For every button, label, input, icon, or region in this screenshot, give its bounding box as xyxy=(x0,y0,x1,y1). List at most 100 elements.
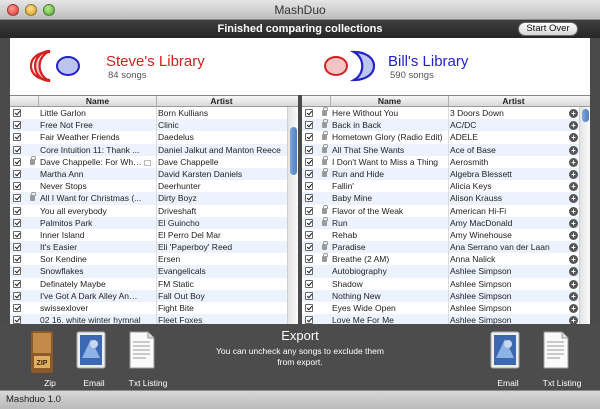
add-song-icon[interactable]: + xyxy=(569,291,578,301)
table-row[interactable]: Breathe (2 AM) Anna Nalick + xyxy=(302,253,590,265)
zip-export-button[interactable]: ZIP Zip xyxy=(30,330,56,388)
include-checkbox[interactable] xyxy=(305,279,313,288)
table-row[interactable]: Core Intuition 11: Thank ... Daniel Jalku… xyxy=(10,143,298,156)
include-checkbox[interactable] xyxy=(13,157,21,166)
artist-column-header[interactable]: Artist xyxy=(156,96,286,106)
include-checkbox[interactable] xyxy=(13,267,21,276)
include-checkbox[interactable] xyxy=(13,279,21,288)
zoom-window-button[interactable] xyxy=(43,4,55,16)
add-song-icon[interactable]: + xyxy=(569,218,578,228)
add-song-icon[interactable]: + xyxy=(569,230,578,240)
name-column-header[interactable]: Name xyxy=(38,96,156,106)
add-song-icon[interactable]: + xyxy=(569,255,578,265)
table-row[interactable]: It's Easier Eli 'Paperboy' Reed xyxy=(10,241,298,254)
table-row[interactable]: Autobiography Ashlee Simpson + xyxy=(302,265,590,278)
add-song-icon[interactable]: + xyxy=(569,316,578,324)
include-checkbox[interactable] xyxy=(13,230,21,239)
add-song-icon[interactable]: + xyxy=(569,133,578,143)
include-checkbox[interactable] xyxy=(305,109,313,117)
add-song-icon[interactable]: + xyxy=(569,243,578,253)
table-row[interactable]: Palmitos Park El Guincho xyxy=(10,216,298,229)
add-song-icon[interactable]: + xyxy=(569,157,578,167)
table-row[interactable]: Back in Back AC/DC + xyxy=(302,119,590,132)
table-row[interactable]: Love Me For Me Ashlee Simpson + xyxy=(302,314,590,324)
table-row[interactable]: I've Got A Dark Alley And A B Fall Out Bo… xyxy=(10,289,298,302)
add-song-icon[interactable]: + xyxy=(569,304,578,313)
table-row[interactable]: Definately Maybe FM Static xyxy=(10,278,298,290)
table-row[interactable]: Run Amy MacDonald + xyxy=(302,216,590,229)
include-checkbox[interactable] xyxy=(13,316,21,324)
table-row[interactable]: Dave Chappelle: For What ... ☐ Dave Chappe… xyxy=(10,155,298,168)
table-row[interactable]: Never Stops Deerhunter xyxy=(10,180,298,192)
add-song-icon[interactable]: + xyxy=(569,121,578,131)
right-txt-export-button[interactable]: Txt Listing xyxy=(542,330,581,388)
include-checkbox[interactable] xyxy=(305,316,313,324)
add-song-icon[interactable]: + xyxy=(569,206,578,216)
scroll-thumb[interactable] xyxy=(290,127,297,175)
table-row[interactable]: Fair Weather Friends Daedelus xyxy=(10,131,298,143)
table-row[interactable]: Baby Mine Alison Krauss + xyxy=(302,192,590,205)
include-checkbox[interactable] xyxy=(305,243,313,252)
table-row[interactable]: All I Want for Christmas (... Dirty Boyz xyxy=(10,192,298,205)
scroll-thumb[interactable] xyxy=(582,109,589,122)
include-checkbox[interactable] xyxy=(305,133,313,142)
table-row[interactable]: You all everybody Driveshaft xyxy=(10,205,298,217)
include-checkbox[interactable] xyxy=(305,255,313,264)
include-checkbox[interactable] xyxy=(13,291,21,300)
include-checkbox[interactable] xyxy=(305,206,313,215)
table-row[interactable]: 02 16. white winter hymnal Fleet Foxes xyxy=(10,314,298,324)
table-row[interactable]: All That She Wants Ace of Base + xyxy=(302,143,590,156)
include-checkbox[interactable] xyxy=(13,109,21,117)
table-row[interactable]: Paradise Ana Serrano van der Laan + xyxy=(302,241,590,254)
left-scrollbar[interactable] xyxy=(287,107,298,324)
left-txt-export-button[interactable]: Txt Listing xyxy=(128,330,167,388)
table-row[interactable]: Fallin' Alicia Keys + xyxy=(302,180,590,192)
include-checkbox[interactable] xyxy=(13,169,21,178)
include-checkbox[interactable] xyxy=(305,304,313,312)
minimize-window-button[interactable] xyxy=(25,4,37,16)
table-row[interactable]: Nothing New Ashlee Simpson + xyxy=(302,289,590,302)
include-checkbox[interactable] xyxy=(13,218,21,227)
table-row[interactable]: Flavor of the Weak American Hi-Fi + xyxy=(302,204,590,217)
close-window-button[interactable] xyxy=(7,4,19,16)
table-row[interactable]: Inner Island El Perro Del Mar xyxy=(10,229,298,241)
table-row[interactable]: Martha Ann David Karsten Daniels xyxy=(10,167,298,181)
name-column-header[interactable]: Name xyxy=(330,96,448,106)
add-song-icon[interactable]: + xyxy=(569,267,578,277)
include-checkbox[interactable] xyxy=(13,206,21,215)
include-checkbox[interactable] xyxy=(305,267,313,276)
include-checkbox[interactable] xyxy=(13,121,21,130)
table-row[interactable]: Hometown Glory (Radio Edit) ADELE + xyxy=(302,131,590,143)
artist-column-header[interactable]: Artist xyxy=(448,96,578,106)
table-row[interactable]: Rehab Amy Winehouse + xyxy=(302,229,590,241)
include-checkbox[interactable] xyxy=(305,145,313,154)
add-song-icon[interactable]: + xyxy=(569,109,578,118)
add-song-icon[interactable]: + xyxy=(569,145,578,155)
left-email-export-button[interactable]: Email xyxy=(74,330,108,388)
table-row[interactable]: swissexlover Fight Bite xyxy=(10,302,298,314)
table-row[interactable]: Sor Kendine Ersen xyxy=(10,253,298,265)
include-checkbox[interactable] xyxy=(305,169,313,178)
include-checkbox[interactable] xyxy=(305,121,313,130)
add-song-icon[interactable]: + xyxy=(569,194,578,204)
right-scrollbar[interactable] xyxy=(579,107,590,324)
add-song-icon[interactable]: + xyxy=(569,169,578,179)
include-checkbox[interactable] xyxy=(305,194,313,203)
table-row[interactable]: Here Without You 3 Doors Down + xyxy=(302,107,590,119)
include-checkbox[interactable] xyxy=(13,145,21,154)
start-over-button[interactable]: Start Over xyxy=(518,22,578,36)
include-checkbox[interactable] xyxy=(305,157,313,166)
include-checkbox[interactable] xyxy=(13,182,21,191)
include-checkbox[interactable] xyxy=(13,304,21,312)
add-song-icon[interactable]: + xyxy=(569,279,578,289)
include-checkbox[interactable] xyxy=(305,218,313,227)
table-row[interactable]: Little Garlon Born Kullians xyxy=(10,107,298,119)
include-checkbox[interactable] xyxy=(305,182,313,191)
include-checkbox[interactable] xyxy=(305,291,313,300)
include-checkbox[interactable] xyxy=(13,243,21,252)
right-email-export-button[interactable]: Email xyxy=(488,330,522,388)
include-checkbox[interactable] xyxy=(13,255,21,264)
add-song-icon[interactable]: + xyxy=(569,182,578,192)
table-row[interactable]: Shadow Ashlee Simpson + xyxy=(302,278,590,290)
table-row[interactable]: Snowflakes Evangelicals xyxy=(10,265,298,278)
